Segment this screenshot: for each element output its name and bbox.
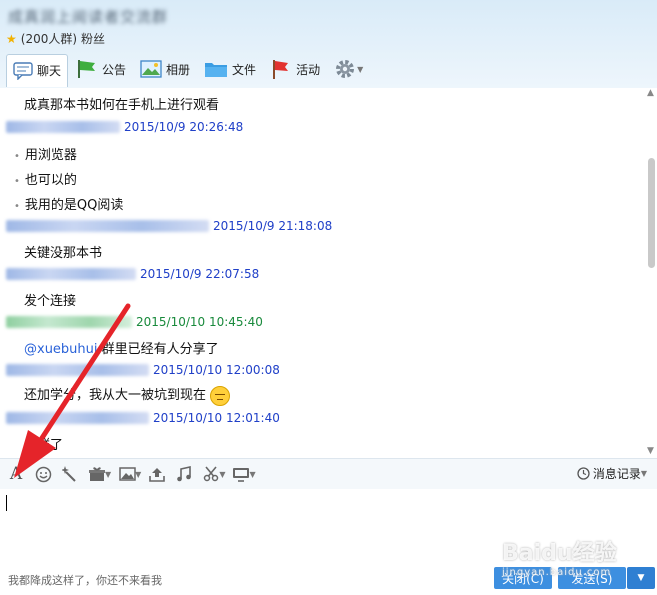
sender-nickname [6, 364, 149, 376]
message-text: 关键没那本书 [24, 246, 103, 261]
message-text: 发个连接 [24, 294, 77, 309]
message-history-button[interactable]: 消息记录 ▼ [577, 465, 647, 482]
message-text: 还加学分，我从大一被坑到现在 [24, 384, 231, 406]
member-role: 粉丝 [81, 32, 106, 46]
message-header: 2015/10/9 20:26:48 [6, 120, 243, 134]
flag-red-icon [273, 60, 289, 79]
message-timestamp: 2015/10/9 22:07:58 [140, 267, 260, 281]
music-icon[interactable] [173, 463, 195, 485]
input-hint: 我都降成这样了，你还不来看我 [8, 574, 162, 587]
message-timestamp: 2015/10/9 20:26:48 [124, 120, 244, 134]
message-header: 2015/10/9 21:18:08 [6, 219, 332, 233]
message-list: 成真那本书如何在手机上进行观看 2015/10/9 20:26:48 用浏览器 … [0, 88, 645, 458]
upload-icon[interactable] [146, 463, 168, 485]
scroll-up-icon[interactable]: ▲ [647, 88, 654, 98]
message-body: 还加学分，我从大一被坑到现在 [24, 388, 207, 403]
message-timestamp: 2015/10/9 21:18:08 [213, 219, 333, 233]
chevron-down-icon: ▼ [637, 573, 645, 583]
tab-activity[interactable]: 活动 [264, 54, 326, 84]
message-header: 2015/10/10 12:00:08 [6, 363, 280, 377]
tab-announcement-label: 公告 [102, 62, 127, 77]
chat-bubble-icon [13, 61, 33, 80]
message-text: 我用的是QQ阅读 [14, 194, 123, 213]
message-text: 用浏览器 [14, 144, 77, 163]
message-text: 发群了 [24, 438, 64, 453]
tab-chat[interactable]: 聊天 [6, 53, 69, 87]
chevron-down-icon: ▼ [357, 64, 364, 74]
group-size: (200人群) [20, 32, 78, 46]
gear-icon [336, 60, 355, 78]
message-text: 也可以的 [14, 169, 77, 188]
photo-icon [140, 60, 162, 78]
sender-nickname [6, 316, 132, 328]
font-icon[interactable]: A [5, 463, 27, 485]
group-info: ★ (200人群) 粉丝 [6, 30, 105, 47]
tab-chat-label: 聊天 [37, 64, 62, 78]
magic-wand-icon[interactable] [59, 463, 81, 485]
tab-announcement[interactable]: 公告 [70, 54, 132, 84]
star-icon: ★ [6, 31, 17, 46]
message-timestamp: 2015/10/10 12:01:40 [153, 411, 280, 425]
send-options-button[interactable]: ▼ [627, 567, 655, 589]
settings-menu[interactable]: ▼ [328, 54, 369, 84]
message-header: 2015/10/10 12:01:40 [6, 411, 280, 425]
message-timestamp: 2015/10/10 10:45:40 [136, 315, 263, 329]
folder-icon [205, 63, 228, 77]
tab-files-label: 文件 [232, 62, 257, 77]
message-timestamp: 2015/10/10 12:00:08 [153, 363, 280, 377]
window-title: 成真润上阅读者交流群 [8, 8, 169, 26]
mention-link[interactable]: @xuebuhui [24, 342, 98, 357]
sender-nickname [6, 220, 209, 232]
message-history-label: 消息记录 [592, 467, 641, 481]
unamused-emoji-icon [210, 385, 231, 406]
chevron-down-icon: ▼ [640, 469, 647, 478]
watermark-brand: Baidu经验 [502, 541, 617, 566]
tab-bar: 聊天 公告 相册 文件 活动 ▼ [6, 52, 371, 87]
watermark: Baidu经验 jingyan.baidu.com [502, 535, 617, 578]
sender-nickname [6, 268, 136, 280]
message-text: @xuebuhui 群里已经有人分享了 [24, 338, 219, 357]
tab-files[interactable]: 文件 [198, 54, 262, 84]
message-header: 2015/10/10 10:45:40 [6, 315, 263, 329]
message-header: 2015/10/9 22:07:58 [6, 267, 259, 281]
scroll-down-icon[interactable]: ▼ [647, 446, 654, 456]
tab-activity-label: 活动 [296, 62, 321, 77]
clock-icon [577, 467, 590, 480]
tab-album-label: 相册 [166, 62, 191, 77]
tab-album[interactable]: 相册 [134, 54, 196, 84]
sender-nickname [6, 121, 120, 133]
text-cursor [6, 495, 7, 511]
input-toolbar: A ▼ ▼ ▼ ▼ 消息记录 ▼ [0, 458, 657, 489]
chevron-down-icon[interactable]: ▼ [105, 470, 111, 479]
chevron-down-icon[interactable]: ▼ [249, 470, 255, 479]
chat-window: 成真润上阅读者交流群 ★ (200人群) 粉丝 聊天 公告 相册 文件 活动 ▼… [0, 0, 657, 595]
sender-nickname [6, 412, 149, 424]
message-body: 群里已经有人分享了 [97, 342, 219, 357]
chevron-down-icon[interactable]: ▼ [135, 470, 141, 479]
watermark-url: jingyan.baidu.com [502, 567, 612, 578]
message-text: 成真那本书如何在手机上进行观看 [24, 98, 220, 113]
flag-green-icon [78, 60, 96, 78]
chevron-down-icon[interactable]: ▼ [219, 470, 225, 479]
scroll-thumb[interactable] [648, 158, 655, 268]
smiley-icon[interactable] [32, 463, 54, 485]
chat-scrollbar[interactable]: ▲ ▼ [645, 88, 657, 458]
